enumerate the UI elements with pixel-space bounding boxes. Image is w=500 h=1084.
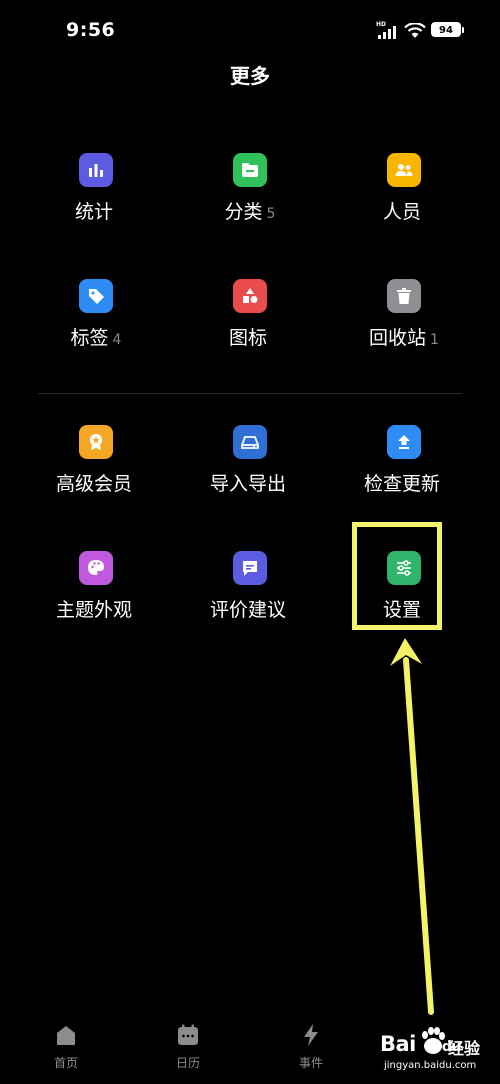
trash-icon: [387, 279, 421, 313]
folder-icon: [233, 153, 267, 187]
grid-item-import-export[interactable]: 导入导出: [180, 425, 320, 535]
grid-item-label: 评价建议: [209, 599, 286, 621]
chart-icon: [79, 153, 113, 187]
section-divider: [38, 393, 462, 394]
message-icon: [233, 551, 267, 585]
highlight-box: [352, 522, 442, 630]
battery-indicator: 94: [431, 22, 461, 37]
grid-item-theme[interactable]: 主题外观: [26, 551, 166, 661]
wifi-icon: [404, 23, 426, 38]
grid-item-trash[interactable]: 回收站 1: [334, 279, 474, 389]
battery-cap: [462, 27, 464, 33]
grid-item-check-update[interactable]: 检查更新: [334, 425, 474, 535]
nav-events[interactable]: 事件: [271, 1022, 351, 1071]
status-icons: HD 94: [376, 21, 466, 40]
people-icon: [387, 153, 421, 187]
nav-label: 首页: [53, 1056, 78, 1070]
grid-item-label: 导入导出: [209, 473, 286, 495]
grid-item-label: 分类: [224, 201, 263, 223]
status-bar: 9:56 HD 94: [0, 0, 500, 60]
watermark-url: jingyan.baidu.com: [384, 1060, 477, 1071]
watermark-text: 经验: [448, 1039, 481, 1058]
lightning-icon: [304, 1024, 318, 1046]
nav-label: 事件: [298, 1056, 323, 1070]
signal-icon: [378, 26, 396, 39]
status-time: 9:56: [66, 19, 116, 41]
home-icon: [57, 1026, 75, 1045]
palette-icon: [79, 551, 113, 585]
grid-item-tags[interactable]: 标签 4: [26, 279, 166, 389]
nav-home[interactable]: 首页: [26, 1022, 106, 1071]
grid-item-people[interactable]: 人员: [334, 153, 474, 263]
paw-icon: [422, 1027, 445, 1054]
shapes-icon: [233, 279, 267, 313]
grid-item-label: 检查更新: [363, 473, 440, 495]
count-badge: 1: [430, 332, 439, 348]
grid-item-label: 统计: [74, 201, 113, 223]
upload-icon: [387, 425, 421, 459]
grid-item-label: 人员: [382, 201, 421, 223]
grid-item-categories[interactable]: 分类 5: [180, 153, 320, 263]
grid-item-label: 标签: [70, 327, 109, 349]
watermark-logo: Bai: [380, 1032, 416, 1056]
count-badge: 4: [112, 332, 122, 348]
baidu-watermark: Bai du 经验 jingyan.baidu.com: [380, 1027, 496, 1080]
drive-icon: [233, 425, 267, 459]
count-badge: 5: [266, 206, 276, 222]
nav-label: 日历: [175, 1056, 200, 1070]
grid-item-icons[interactable]: 图标: [180, 279, 320, 389]
grid-item-label: 图标: [228, 327, 267, 349]
calendar-icon: [178, 1024, 198, 1045]
grid-item-label: 高级会员: [55, 473, 132, 495]
nav-calendar[interactable]: 日历: [148, 1022, 228, 1071]
grid-item-label: 回收站: [369, 327, 427, 349]
tag-icon: [79, 279, 113, 313]
medal-icon: [79, 425, 113, 459]
grid-item-stats[interactable]: 统计: [26, 153, 166, 263]
grid-item-label: 主题外观: [55, 599, 132, 621]
grid-item-feedback[interactable]: 评价建议: [180, 551, 320, 661]
grid-item-premium[interactable]: 高级会员: [26, 425, 166, 535]
page-title: 更多: [230, 64, 270, 88]
